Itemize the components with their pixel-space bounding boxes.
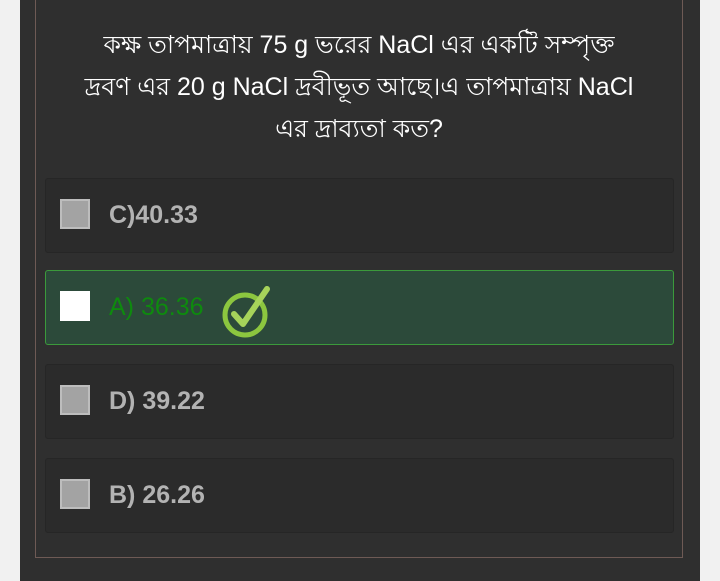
- question-card: কক্ষ তাপমাত্রায় 75 g ভরের NaCl এর একটি …: [35, 0, 683, 558]
- option-b[interactable]: B) 26.26: [45, 458, 674, 533]
- checkbox[interactable]: [60, 199, 90, 229]
- checkbox[interactable]: [60, 479, 90, 509]
- checkbox-selected[interactable]: [60, 291, 90, 321]
- question-line: কক্ষ তাপমাত্রায় 75 g ভরের NaCl এর একটি …: [103, 31, 615, 59]
- option-label: D) 39.22: [109, 387, 205, 415]
- option-c[interactable]: C)40.33: [45, 178, 674, 253]
- option-label: A) 36.36: [109, 293, 204, 321]
- option-label: C)40.33: [109, 201, 198, 229]
- question-text: কক্ষ তাপমাত্রায় 75 g ভরের NaCl এর একটি …: [36, 24, 682, 150]
- option-label: B) 26.26: [109, 481, 205, 509]
- question-line: এর দ্রাব্যতা কত?: [275, 115, 443, 143]
- checkbox[interactable]: [60, 385, 90, 415]
- option-d[interactable]: D) 39.22: [45, 364, 674, 439]
- app-frame: কক্ষ তাপমাত্রায় 75 g ভরের NaCl এর একটি …: [20, 0, 700, 581]
- check-circle-icon: [222, 286, 270, 338]
- option-a-correct[interactable]: A) 36.36: [45, 270, 674, 345]
- question-line: দ্রবণ এর 20 g NaCl দ্রবীভূত আছে।এ তাপমাত…: [84, 73, 634, 101]
